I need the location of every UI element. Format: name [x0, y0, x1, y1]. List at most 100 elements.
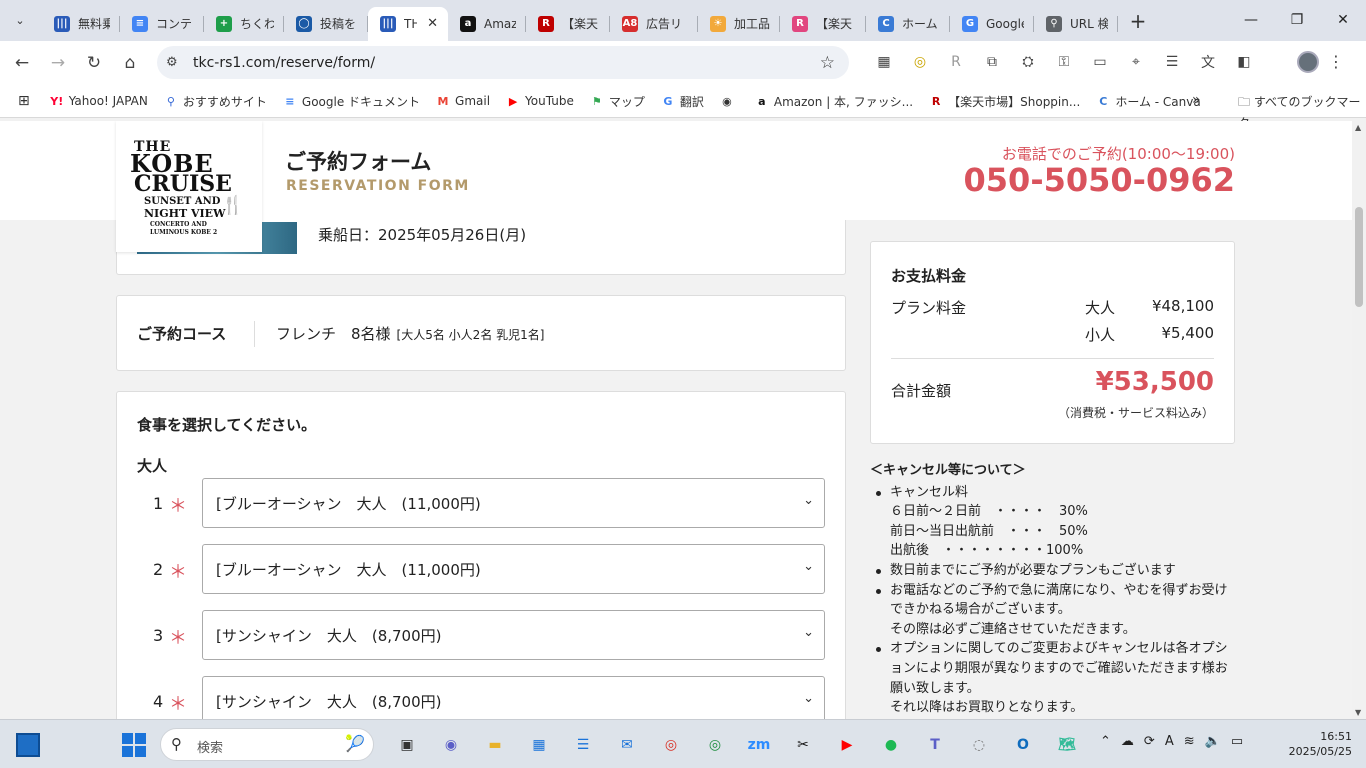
tab-1[interactable]: ||| 無料乗: [42, 7, 120, 41]
task-view-icon[interactable]: ▣: [385, 728, 429, 762]
folder-icon: 🗀: [1238, 95, 1251, 109]
cloud-icon[interactable]: ☁: [1121, 734, 1134, 749]
tab-8[interactable]: A8 広告リ: [610, 7, 698, 41]
maps-icon[interactable]: 🗺: [1045, 728, 1089, 762]
scroll-up-icon[interactable]: ▲: [1355, 123, 1361, 132]
site-info-icon[interactable]: ⚙: [166, 55, 182, 70]
bookmark-item[interactable]: ◉: [720, 93, 739, 110]
ime-icon[interactable]: A: [1165, 734, 1174, 749]
maximize-button[interactable]: ❐: [1274, 0, 1320, 40]
clock[interactable]: 16:51 2025/05/25: [1289, 729, 1352, 759]
app-icon[interactable]: ◌: [957, 728, 1001, 762]
qr-code-icon[interactable]: ▦: [866, 47, 902, 77]
tab-5[interactable]: ||| TH ✕: [368, 6, 448, 41]
bookmark-item[interactable]: ≡ Google ドキュメント: [283, 93, 420, 110]
bookmark-item[interactable]: C ホーム - Canva: [1096, 93, 1200, 110]
incognito-icon[interactable]: ⛭: [1010, 47, 1046, 77]
tab-favicon-icon: ☀: [710, 15, 726, 32]
taskbar-search[interactable]: ⚲ 検索 🎾: [160, 728, 374, 761]
kobe-cruise-logo[interactable]: THE KOBE CRUISE SUNSET AND NIGHT VIEW CO…: [116, 121, 262, 252]
chrome-active-icon[interactable]: ◎: [649, 728, 693, 762]
bookmark-item[interactable]: Y! Yahoo! JAPAN: [50, 93, 148, 110]
chevron-up-icon[interactable]: ⌃: [1100, 734, 1111, 749]
back-button[interactable]: ←: [4, 45, 40, 81]
store-icon[interactable]: ▦: [517, 728, 561, 762]
minimize-button[interactable]: —: [1228, 0, 1274, 40]
notepad-icon[interactable]: ☰: [561, 728, 605, 762]
browser-tab-bar: ⌄ ||| 無料乗 ≡ コンテ + ちくわの ◯ 投稿を ||| TH ✕ a Amazo R 【楽天 A8 広…: [0, 0, 1366, 41]
menu-kebab-icon[interactable]: ⋮: [1328, 52, 1344, 71]
chrome-icon[interactable]: ◎: [693, 728, 737, 762]
bookmark-item[interactable]: R 【楽天市場】Shoppin...: [929, 93, 1080, 110]
sync-icon[interactable]: ⟳: [1144, 734, 1155, 749]
meal-select[interactable]: [サンシャイン 大人 (8,700円) ⌄: [202, 676, 825, 719]
home-button[interactable]: ⌂: [112, 45, 148, 81]
tab-10[interactable]: R 【楽天: [780, 7, 866, 41]
tab-7[interactable]: R 【楽天: [526, 7, 610, 41]
new-tab-button[interactable]: +: [1126, 9, 1150, 33]
start-button[interactable]: [122, 733, 146, 757]
meal-select[interactable]: [ブルーオーシャン 大人 (11,000円) ⌄: [202, 544, 825, 594]
bookmark-item[interactable]: a Amazon | 本, ファッシ...: [755, 93, 913, 110]
teams-icon[interactable]: T: [913, 728, 957, 762]
tab-12[interactable]: G Google: [950, 7, 1034, 41]
url-text[interactable]: tkc-rs1.com/reserve/form/: [193, 55, 375, 71]
bookmark-item[interactable]: M Gmail: [436, 93, 491, 110]
reading-list-icon[interactable]: ☰: [1154, 47, 1190, 77]
bookmark-item[interactable]: ⚑ マップ: [590, 93, 645, 110]
outlook-icon[interactable]: O: [1001, 728, 1045, 762]
bookmark-item[interactable]: ▶ YouTube: [506, 93, 574, 110]
youtube-icon[interactable]: ▶: [825, 728, 869, 762]
tab-2[interactable]: ≡ コンテ: [120, 7, 204, 41]
tab-title: TH: [404, 16, 418, 31]
tab-3[interactable]: + ちくわの: [204, 7, 284, 41]
clock-time: 16:51: [1320, 730, 1352, 743]
cancel-item-text: キャンセル料: [890, 484, 969, 500]
extension-r-icon[interactable]: R: [938, 47, 974, 77]
meet-icon[interactable]: ◉: [429, 728, 473, 762]
omnibox[interactable]: ⚙ tkc-rs1.com/reserve/form/ ☆: [157, 46, 849, 79]
volume-icon[interactable]: 🔈: [1205, 734, 1221, 749]
tab-11[interactable]: C ホーム -: [866, 7, 950, 41]
scrollbar-thumb[interactable]: [1355, 207, 1363, 307]
bookmark-star-icon[interactable]: ☆: [820, 53, 835, 73]
reload-button[interactable]: ↻: [76, 45, 112, 81]
bookmark-item[interactable]: ⚲ おすすめサイト: [164, 93, 267, 110]
key-icon[interactable]: ⚿: [1046, 47, 1082, 77]
more-bookmarks-icon[interactable]: »: [1192, 92, 1201, 108]
tab-6[interactable]: a Amazo: [448, 7, 526, 41]
close-window-button[interactable]: ✕: [1320, 0, 1366, 40]
meal-select[interactable]: [ブルーオーシャン 大人 (11,000円) ⌄: [202, 478, 825, 528]
required-mark: ＊: [169, 562, 187, 583]
bookmark-item[interactable]: G 翻訳: [661, 93, 704, 110]
translate-icon[interactable]: 文: [1190, 47, 1226, 77]
file-explorer-icon[interactable]: ▬: [473, 728, 517, 762]
forward-button[interactable]: →: [40, 45, 76, 81]
puzzle-icon[interactable]: ⧉: [974, 47, 1010, 77]
location-icon[interactable]: ⌖: [1118, 47, 1154, 77]
tab-search-button[interactable]: ⌄: [8, 9, 32, 33]
mail-icon[interactable]: ✉: [605, 728, 649, 762]
tab-13[interactable]: ⚲ URL 検: [1034, 7, 1118, 41]
scroll-down-icon[interactable]: ▼: [1355, 708, 1361, 717]
profile-avatar[interactable]: [1297, 51, 1319, 73]
phone-number[interactable]: 050-5050-0962: [964, 161, 1235, 199]
side-panel-icon[interactable]: ◧: [1226, 47, 1262, 77]
close-tab-icon[interactable]: ✕: [427, 16, 438, 31]
tab-9[interactable]: ☀ 加工品: [698, 7, 780, 41]
tax-note: （消費税・サービス料込み）: [1057, 406, 1214, 420]
wifi-icon[interactable]: ≋: [1184, 734, 1195, 749]
fee-line: ６日前～２日前 ・・・・ 30%: [890, 504, 1088, 520]
meal-select[interactable]: [サンシャイン 大人 (8,700円) ⌄: [202, 610, 825, 660]
widgets-icon[interactable]: [16, 733, 40, 757]
battery-icon[interactable]: ▭: [1231, 734, 1243, 749]
zoom-icon[interactable]: zm: [737, 728, 781, 762]
spotify-icon[interactable]: ●: [869, 728, 913, 762]
tab-4[interactable]: ◯ 投稿を: [284, 7, 368, 41]
apps-grid-icon[interactable]: ⊞: [18, 93, 30, 109]
capcut-icon[interactable]: ✂: [781, 728, 825, 762]
bookmark-label: Gmail: [455, 94, 491, 108]
extension-icon[interactable]: ◎: [902, 47, 938, 77]
card-icon[interactable]: ▭: [1082, 47, 1118, 77]
page-scrollbar[interactable]: ▲ ▼: [1352, 121, 1366, 719]
